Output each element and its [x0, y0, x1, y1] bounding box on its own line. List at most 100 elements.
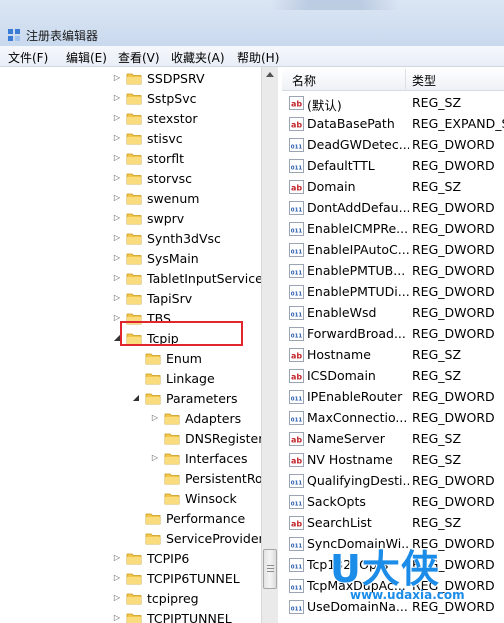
binary-value-icon: 011	[289, 138, 304, 152]
column-header-type[interactable]: 类型	[412, 72, 436, 89]
tree-item-stexstor[interactable]: ▷ stexstor	[112, 108, 198, 128]
value-row[interactable]: 011 DefaultTTL REG_DWORD	[282, 156, 504, 177]
value-row[interactable]: 011 DontAddDefau... REG_DWORD	[282, 198, 504, 219]
value-type: REG_DWORD	[412, 389, 495, 404]
value-row[interactable]: ab ICSDomain REG_SZ	[282, 366, 504, 387]
scrollbar-thumb[interactable]	[263, 549, 277, 589]
value-row[interactable]: ab DataBasePath REG_EXPAND_S	[282, 114, 504, 135]
tree-item-swprv[interactable]: ▷ swprv	[112, 208, 184, 228]
expand-arrow-icon[interactable]: ▷	[150, 453, 160, 463]
value-row[interactable]: 011 EnableIPAutoC... REG_DWORD	[282, 240, 504, 261]
expand-arrow-icon[interactable]: ▷	[112, 273, 122, 283]
value-row[interactable]: ab NameServer REG_SZ	[282, 429, 504, 450]
value-name: ICSDomain	[307, 368, 376, 383]
tree-item-parameters[interactable]: ◢ Parameters	[131, 388, 238, 408]
tree-item-linkage[interactable]: Linkage	[131, 368, 215, 388]
folder-icon	[126, 73, 142, 84]
svg-text:011: 011	[291, 502, 303, 508]
expand-arrow-icon[interactable]: ▷	[112, 113, 122, 123]
value-row[interactable]: 011 DeadGWDetec... REG_DWORD	[282, 135, 504, 156]
menu-view[interactable]: 查看(V)	[118, 49, 160, 66]
column-separator[interactable]	[405, 69, 406, 89]
column-header-name[interactable]: 名称	[292, 72, 316, 89]
expand-arrow-icon[interactable]: ▷	[112, 73, 122, 83]
menu-help[interactable]: 帮助(H)	[237, 49, 279, 66]
value-name: ForwardBroad...	[307, 326, 406, 341]
svg-text:011: 011	[291, 292, 303, 298]
value-row[interactable]: 011 ForwardBroad... REG_DWORD	[282, 324, 504, 345]
tree-item-label: Interfaces	[185, 450, 248, 466]
tree-item-label: ServiceProvider	[166, 530, 264, 546]
window-title: 注册表编辑器	[26, 29, 99, 43]
value-type: REG_SZ	[412, 179, 462, 194]
tree-item-tabletinputservice[interactable]: ▷ TabletInputService	[112, 268, 263, 288]
scroll-up-arrow-icon[interactable]	[266, 72, 274, 77]
expand-arrow-icon[interactable]: ▷	[112, 173, 122, 183]
value-row[interactable]: ab Domain REG_SZ	[282, 177, 504, 198]
tree-scrollbar[interactable]	[261, 67, 278, 623]
value-row[interactable]: 011 QualifyingDesti... REG_DWORD	[282, 471, 504, 492]
folder-icon	[126, 293, 142, 304]
tree-item-tcpip6tunnel[interactable]: ▷ TCPIP6TUNNEL	[112, 568, 240, 588]
value-type: REG_SZ	[412, 431, 462, 446]
tree-item-tcpiptunnel[interactable]: ▷ TCPIPTUNNEL	[112, 608, 232, 623]
value-row[interactable]: 011 EnablePMTUB... REG_DWORD	[282, 261, 504, 282]
folder-icon	[145, 353, 161, 364]
menu-favorites[interactable]: 收藏夹(A)	[171, 49, 225, 66]
tree-item-sstpsvc[interactable]: ▷ SstpSvc	[112, 88, 197, 108]
value-row[interactable]: ab Hostname REG_SZ	[282, 345, 504, 366]
expand-arrow-icon[interactable]: ▷	[112, 293, 122, 303]
value-row[interactable]: ab SearchList REG_SZ	[282, 513, 504, 534]
string-value-icon: ab	[289, 348, 304, 362]
tree-item-storflt[interactable]: ▷ storflt	[112, 148, 184, 168]
expand-arrow-icon[interactable]: ▷	[112, 253, 122, 263]
expand-arrow-icon[interactable]: ▷	[112, 193, 122, 203]
expand-arrow-icon[interactable]: ▷	[112, 93, 122, 103]
value-row[interactable]: 011 EnableWsd REG_DWORD	[282, 303, 504, 324]
tree-item-tcpip6[interactable]: ▷ TCPIP6	[112, 548, 189, 568]
expand-arrow-icon[interactable]: ▷	[112, 613, 122, 623]
tree-item-sysmain[interactable]: ▷ SysMain	[112, 248, 199, 268]
folder-icon	[126, 593, 142, 604]
value-row[interactable]: 011 IPEnableRouter REG_DWORD	[282, 387, 504, 408]
value-row[interactable]: 011 SackOpts REG_DWORD	[282, 492, 504, 513]
tree-item-tcpipreg[interactable]: ▷ tcpipreg	[112, 588, 199, 608]
tree-item-tapisrv[interactable]: ▷ TapiSrv	[112, 288, 192, 308]
tree-item-enum[interactable]: Enum	[131, 348, 202, 368]
expand-arrow-icon[interactable]: ▷	[150, 413, 160, 423]
tree-item-adapters[interactable]: ▷ Adapters	[150, 408, 241, 428]
menu-edit[interactable]: 编辑(E)	[66, 49, 107, 66]
tree-item-interfaces[interactable]: ▷ Interfaces	[150, 448, 248, 468]
value-row[interactable]: ab (默认) REG_SZ	[282, 93, 504, 114]
tree-item-persistentrou[interactable]: PersistentRou	[150, 468, 271, 488]
tree-item-synth3dvsc[interactable]: ▷ Synth3dVsc	[112, 228, 221, 248]
expand-arrow-icon[interactable]: ▷	[112, 133, 122, 143]
tree-item-winsock[interactable]: Winsock	[150, 488, 237, 508]
expand-arrow-icon[interactable]: ▷	[112, 233, 122, 243]
tree-item-ssdpsrv[interactable]: ▷ SSDPSRV	[112, 68, 205, 88]
value-row[interactable]: 011 MaxConnectio... REG_DWORD	[282, 408, 504, 429]
expand-arrow-icon[interactable]: ▷	[112, 213, 122, 223]
expand-arrow-icon[interactable]: ▷	[112, 553, 122, 563]
tree-item-storvsc[interactable]: ▷ storvsc	[112, 168, 192, 188]
value-row[interactable]: 011 EnablePMTUDi... REG_DWORD	[282, 282, 504, 303]
collapse-arrow-icon[interactable]: ◢	[131, 393, 141, 403]
tree-item-performance[interactable]: Performance	[131, 508, 245, 528]
folder-icon	[126, 613, 142, 623]
value-row[interactable]: 011 EnableICMPRe... REG_DWORD	[282, 219, 504, 240]
expand-arrow-icon[interactable]: ▷	[112, 593, 122, 603]
value-row[interactable]: ab NV Hostname REG_SZ	[282, 450, 504, 471]
folder-icon	[126, 153, 142, 164]
expand-arrow-icon[interactable]: ▷	[112, 153, 122, 163]
menu-file[interactable]: 文件(F)	[8, 49, 48, 66]
tree-item-stisvc[interactable]: ▷ stisvc	[112, 128, 183, 148]
svg-text:011: 011	[291, 481, 303, 487]
expand-arrow-icon[interactable]: ▷	[112, 573, 122, 583]
tree-item-dnsregistere[interactable]: DNSRegistere	[150, 428, 271, 448]
value-type: REG_DWORD	[412, 137, 495, 152]
tree-item-swenum[interactable]: ▷ swenum	[112, 188, 200, 208]
tree-item-label: Winsock	[185, 490, 237, 506]
tree-item-serviceprovider[interactable]: ServiceProvider	[131, 528, 264, 548]
watermark-logo: U大侠	[330, 547, 440, 591]
